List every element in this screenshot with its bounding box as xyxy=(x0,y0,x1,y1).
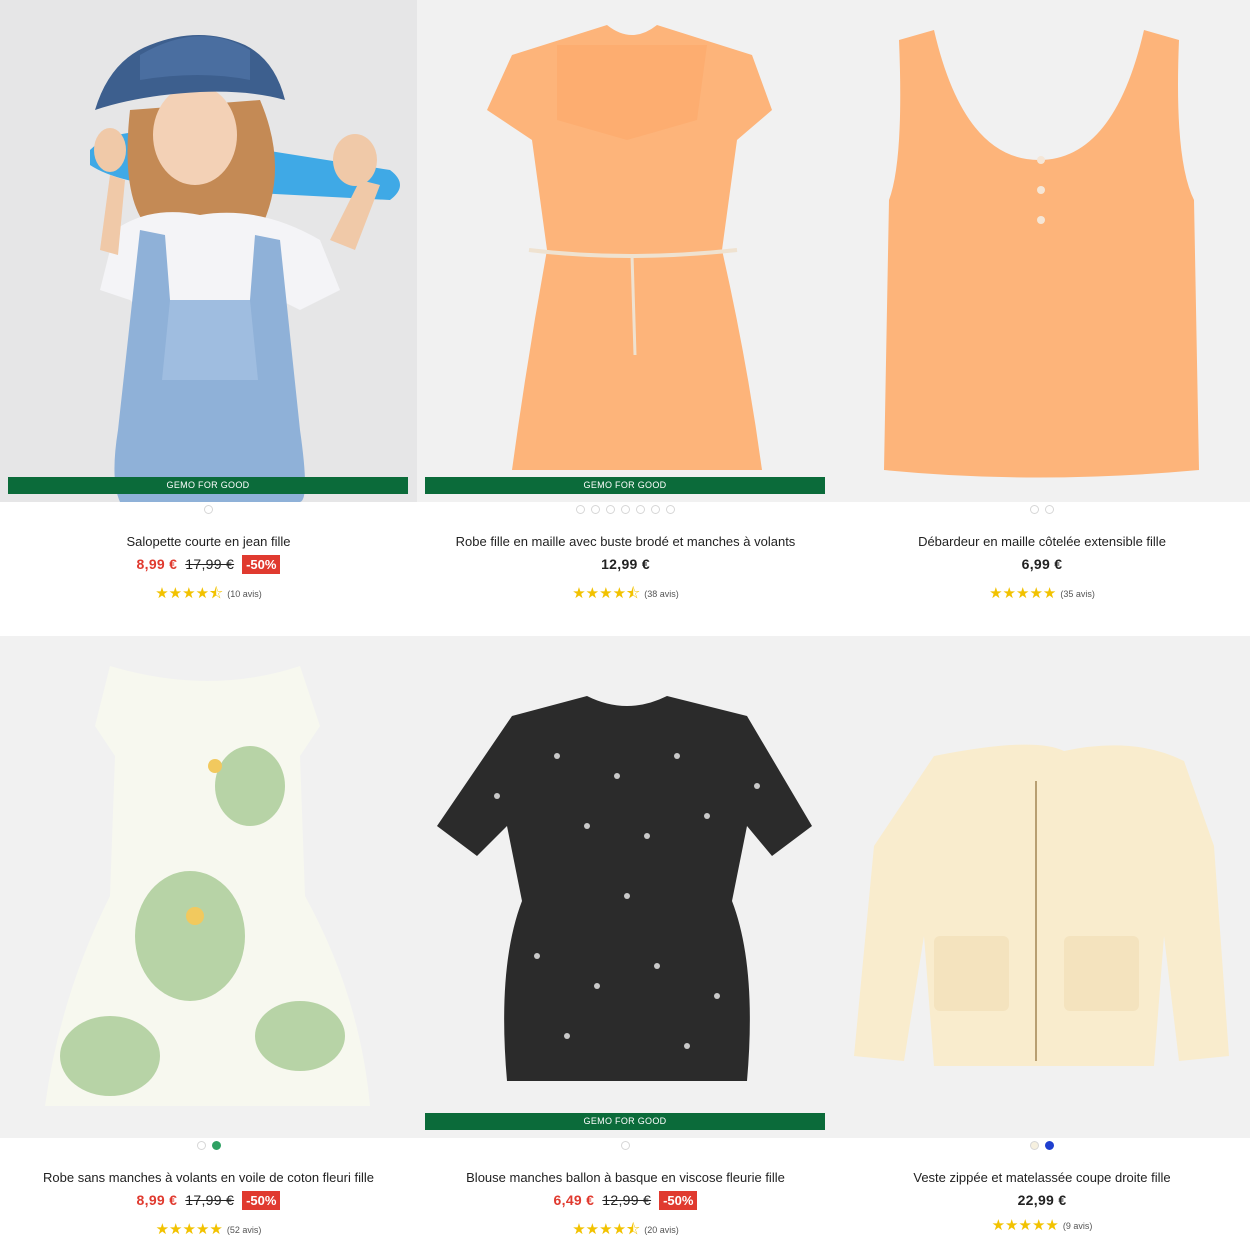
image-carousel-dots xyxy=(834,1141,1250,1150)
carousel-dot[interactable] xyxy=(666,505,675,514)
product-title[interactable]: Robe sans manches à volants en voile de … xyxy=(0,1170,417,1186)
product-info: Blouse manches ballon à basque en viscos… xyxy=(417,1170,834,1237)
orange-tank-top-image xyxy=(834,0,1250,502)
price-row: 22,99 € xyxy=(834,1190,1250,1210)
carousel-dot-active[interactable] xyxy=(211,1141,221,1150)
black-floral-blouse-image xyxy=(417,636,834,1138)
sale-price: 8,99 € xyxy=(136,1192,178,1208)
review-count[interactable]: (38 avis) xyxy=(644,589,679,599)
product-image[interactable] xyxy=(0,0,417,502)
discount-badge: -50% xyxy=(659,1190,698,1210)
product-image[interactable] xyxy=(417,636,834,1138)
image-carousel-dots xyxy=(0,1141,417,1150)
price: 22,99 € xyxy=(1017,1192,1067,1208)
product-title[interactable]: Salopette courte en jean fille xyxy=(0,534,417,550)
image-carousel-dots xyxy=(417,505,834,514)
star-rating-icon: ★★★★★ xyxy=(991,1217,1059,1234)
review-count[interactable]: (20 avis) xyxy=(644,1225,679,1235)
star-rating-icon: ★★★★★ xyxy=(989,585,1057,602)
carousel-dot[interactable] xyxy=(651,505,660,514)
carousel-dot[interactable] xyxy=(591,505,600,514)
price-row: 6,99 € xyxy=(834,554,1250,574)
price: 6,99 € xyxy=(1021,556,1063,572)
price-row: 6,49 € 12,99 € -50% xyxy=(417,1190,834,1210)
image-carousel-dots xyxy=(417,1141,834,1150)
carousel-dot[interactable] xyxy=(204,505,213,514)
review-count[interactable]: (35 avis) xyxy=(1060,589,1095,599)
sale-price: 8,99 € xyxy=(136,556,178,572)
discount-badge: -50% xyxy=(242,1190,281,1210)
review-count[interactable]: (52 avis) xyxy=(227,1225,262,1235)
orange-dress-image xyxy=(417,0,834,502)
product-title[interactable]: Blouse manches ballon à basque en viscos… xyxy=(417,1170,834,1186)
original-price: 12,99 € xyxy=(602,1192,652,1208)
rating: ★★★★★ (35 avis) xyxy=(834,586,1250,601)
gemo-for-good-badge: GEMO FOR GOOD xyxy=(425,477,825,494)
star-rating-icon: ★★★★⯪ xyxy=(155,585,224,602)
carousel-dot[interactable] xyxy=(1045,505,1054,514)
star-rating-icon: ★★★★⯪ xyxy=(572,1221,641,1238)
product-image[interactable] xyxy=(834,0,1250,502)
price-row: 12,99 € xyxy=(417,554,834,574)
carousel-dot[interactable] xyxy=(196,1141,206,1150)
sale-price: 6,49 € xyxy=(553,1192,595,1208)
gemo-for-good-badge: GEMO FOR GOOD xyxy=(425,1113,825,1130)
product-title[interactable]: Robe fille en maille avec buste brodé et… xyxy=(417,534,834,550)
product-image[interactable] xyxy=(417,0,834,502)
product-info: Robe sans manches à volants en voile de … xyxy=(0,1170,417,1237)
original-price: 17,99 € xyxy=(185,1192,235,1208)
rating: ★★★★★ (52 avis) xyxy=(0,1222,417,1237)
price-row: 8,99 € 17,99 € -50% xyxy=(0,1190,417,1210)
product-title[interactable]: Veste zippée et matelassée coupe droite … xyxy=(834,1170,1250,1186)
carousel-dot-blue[interactable] xyxy=(1045,1141,1054,1150)
carousel-dot[interactable] xyxy=(606,505,615,514)
product-image[interactable] xyxy=(0,636,417,1138)
product-info: Débardeur en maille côtelée extensible f… xyxy=(834,534,1250,601)
girl-overalls-image xyxy=(0,0,417,502)
cream-jacket-image xyxy=(834,636,1250,1138)
carousel-dot[interactable] xyxy=(621,505,630,514)
product-image[interactable] xyxy=(834,636,1250,1138)
gemo-for-good-badge: GEMO FOR GOOD xyxy=(8,477,408,494)
image-carousel-dots xyxy=(834,505,1250,514)
carousel-dot[interactable] xyxy=(621,1141,630,1150)
original-price: 17,99 € xyxy=(185,556,235,572)
star-rating-icon: ★★★★⯪ xyxy=(572,585,641,602)
rating: ★★★★⯪ (20 avis) xyxy=(417,1222,834,1237)
product-title[interactable]: Débardeur en maille côtelée extensible f… xyxy=(834,534,1250,550)
rating: ★★★★⯪ (38 avis) xyxy=(417,586,834,601)
carousel-dot[interactable] xyxy=(636,505,645,514)
product-info: Salopette courte en jean fille 8,99 € 17… xyxy=(0,534,417,601)
product-grid: GEMO FOR GOOD Salopette courte en jean f… xyxy=(0,0,1250,1239)
price: 12,99 € xyxy=(601,556,650,572)
rating: ★★★★⯪ (10 avis) xyxy=(0,586,417,601)
product-info: Robe fille en maille avec buste brodé et… xyxy=(417,534,834,601)
product-info: Veste zippée et matelassée coupe droite … xyxy=(834,1170,1250,1233)
review-count[interactable]: (10 avis) xyxy=(227,589,262,599)
carousel-dot[interactable] xyxy=(576,505,585,514)
discount-badge: -50% xyxy=(242,554,281,574)
carousel-dot-cream[interactable] xyxy=(1030,1141,1039,1150)
rating: ★★★★★ (9 avis) xyxy=(834,1218,1250,1233)
floral-dress-image xyxy=(0,636,417,1138)
image-carousel-dots xyxy=(0,505,417,514)
carousel-dot[interactable] xyxy=(1030,505,1039,514)
star-rating-icon: ★★★★★ xyxy=(155,1221,223,1238)
review-count[interactable]: (9 avis) xyxy=(1063,1221,1093,1231)
price-row: 8,99 € 17,99 € -50% xyxy=(0,554,417,574)
